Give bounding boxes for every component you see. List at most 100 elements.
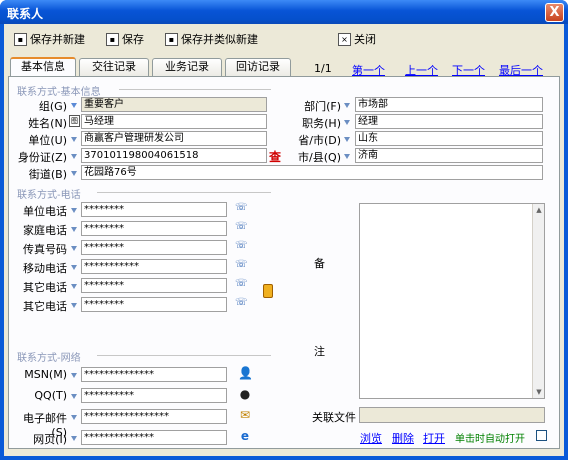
scroll-down-icon[interactable]: ▼	[534, 387, 544, 397]
phone-label: 移动电话	[23, 262, 67, 275]
tab-interaction-records[interactable]: 交往记录	[79, 58, 149, 76]
phone-label: 单位电话	[23, 205, 67, 218]
save-similar-button[interactable]: ▪ 保存并类似新建	[165, 29, 258, 49]
dial-icon[interactable]: ☏	[235, 202, 248, 216]
province-dropdown-arrow[interactable]	[344, 137, 350, 142]
city-field-label: 市/县(Q)	[298, 151, 341, 164]
pager-position: 1/1	[314, 62, 332, 75]
close-icon: ×	[338, 32, 351, 46]
browser-icon[interactable]: e	[238, 429, 252, 443]
phone-dropdown-arrow[interactable]	[71, 303, 77, 308]
network-field[interactable]: *****************	[81, 409, 227, 424]
basic-info-panel: 联系方式-基本信息 组(G) 重要客户 姓名(N) 图 马经理 单位(U) 商赢…	[8, 76, 560, 449]
dial-icon[interactable]: ☏	[235, 297, 248, 311]
phone-label: 其它电话	[23, 281, 67, 294]
auto-open-checkbox[interactable]	[536, 430, 547, 441]
title-bar: 联系人 X	[0, 0, 568, 24]
network-field[interactable]: **************	[81, 430, 227, 445]
network-dropdown-arrow[interactable]	[71, 373, 77, 378]
save-new-button[interactable]: ▪ 保存并新建	[14, 29, 85, 49]
phone-field[interactable]: ********	[81, 297, 227, 312]
network-dropdown-arrow[interactable]	[71, 436, 77, 441]
phone-field[interactable]: ********	[81, 240, 227, 255]
network-field[interactable]: **********	[81, 388, 227, 403]
dial-icon[interactable]: ☏	[235, 240, 248, 254]
dial-icon[interactable]: ☏	[235, 221, 248, 235]
client-area: ▪ 保存并新建 ▪ 保存 ▪ 保存并类似新建 × 关闭 基本信息 交往记录 业务…	[4, 24, 564, 456]
phone-field[interactable]: ***********	[81, 259, 227, 274]
phone-field[interactable]: ********	[81, 221, 227, 236]
street-dropdown-arrow[interactable]	[71, 171, 77, 176]
group-dropdown-arrow[interactable]	[71, 103, 77, 108]
save-new-label: 保存并新建	[30, 33, 85, 46]
mobile-sms-icon[interactable]	[263, 284, 273, 298]
scroll-up-icon[interactable]: ▲	[534, 205, 544, 215]
phone-field[interactable]: ********	[81, 202, 227, 217]
remarks-textarea[interactable]: ▲ ▼	[359, 203, 545, 399]
dial-icon[interactable]: ☏	[235, 259, 248, 273]
group-phone-header: 联系方式-电话	[17, 190, 81, 201]
unit-field-label: 单位(U)	[28, 134, 67, 147]
window: 联系人 X ▪ 保存并新建 ▪ 保存 ▪ 保存并类似新建 × 关闭 基本信息 交…	[0, 0, 568, 460]
save-icon: ▪	[106, 32, 119, 46]
dept-dropdown-arrow[interactable]	[344, 103, 350, 108]
phone-dropdown-arrow[interactable]	[71, 227, 77, 232]
network-label: MSN(M)	[24, 368, 67, 381]
name-card-icon[interactable]: 图	[69, 115, 80, 127]
group-basic-header: 联系方式-基本信息	[17, 87, 101, 98]
phone-field[interactable]: ********	[81, 278, 227, 293]
network-label: QQ(T)	[34, 389, 67, 402]
name-field-label: 姓名(N)	[28, 117, 67, 130]
close-button[interactable]: × 关闭	[338, 29, 376, 49]
remarks-scrollbar[interactable]: ▲ ▼	[532, 204, 544, 398]
tab-business-records[interactable]: 业务记录	[152, 58, 222, 76]
attachment-label: 关联文件	[312, 411, 356, 424]
tab-visit-records[interactable]: 回访记录	[225, 58, 291, 76]
province-field[interactable]: 山东	[355, 131, 543, 146]
group-network-header: 联系方式-网络	[17, 353, 81, 364]
phone-label: 传真号码	[23, 243, 67, 256]
group-basic-divider	[119, 89, 271, 90]
msn-icon[interactable]: 👤	[238, 366, 253, 380]
phone-dropdown-arrow[interactable]	[71, 284, 77, 289]
idcard-dropdown-arrow[interactable]	[71, 154, 77, 159]
save-button[interactable]: ▪ 保存	[106, 29, 144, 49]
attachment-delete-link[interactable]: 删除	[392, 430, 414, 446]
attachment-browse-link[interactable]: 浏览	[360, 430, 382, 446]
dial-icon[interactable]: ☏	[235, 278, 248, 292]
remarks-label-char2: 注	[314, 345, 325, 358]
unit-field[interactable]: 商赢客户管理研发公司	[81, 131, 267, 146]
remarks-label-char1: 备	[314, 257, 325, 270]
network-dropdown-arrow[interactable]	[71, 415, 77, 420]
dept-field-label: 部门(F)	[304, 100, 341, 113]
save-similar-label: 保存并类似新建	[181, 33, 258, 46]
city-dropdown-arrow[interactable]	[344, 154, 350, 159]
title-dropdown-arrow[interactable]	[344, 120, 350, 125]
dept-field[interactable]: 市场部	[355, 97, 543, 112]
qq-icon[interactable]: ●	[238, 387, 252, 401]
unit-dropdown-arrow[interactable]	[71, 137, 77, 142]
phone-dropdown-arrow[interactable]	[71, 246, 77, 251]
idcard-field[interactable]: 370101198004061518	[81, 148, 267, 163]
phone-dropdown-arrow[interactable]	[71, 265, 77, 270]
phone-dropdown-arrow[interactable]	[71, 208, 77, 213]
group-field-label: 组(G)	[38, 100, 67, 113]
phone-label: 其它电话	[23, 300, 67, 313]
idcard-lookup-button[interactable]: 查	[269, 148, 281, 165]
window-close-button[interactable]: X	[545, 3, 564, 22]
network-dropdown-arrow[interactable]	[71, 394, 77, 399]
province-field-label: 省/市(D)	[298, 134, 341, 147]
name-field[interactable]: 马经理	[81, 114, 267, 129]
tab-basic-info[interactable]: 基本信息	[10, 57, 76, 77]
email-icon[interactable]: ✉	[238, 408, 252, 422]
attachment-field[interactable]	[359, 407, 545, 423]
street-field[interactable]: 花园路76号	[81, 165, 543, 180]
save-similar-icon: ▪	[165, 32, 178, 46]
phone-label: 家庭电话	[23, 224, 67, 237]
city-field[interactable]: 济南	[355, 148, 543, 163]
group-field[interactable]: 重要客户	[81, 97, 267, 112]
attachment-open-link[interactable]: 打开	[423, 430, 445, 446]
title-field[interactable]: 经理	[355, 114, 543, 129]
save-new-icon: ▪	[14, 32, 27, 46]
network-field[interactable]: **************	[81, 367, 227, 382]
